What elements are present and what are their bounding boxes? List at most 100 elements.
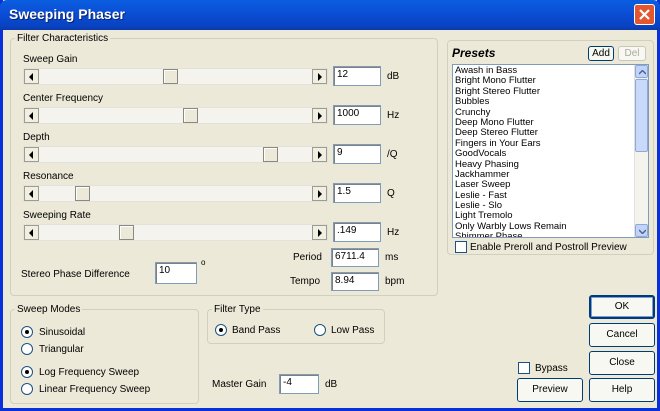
center-frequency-thumb[interactable] <box>183 108 198 123</box>
preroll-label: Enable Preroll and Postroll Preview <box>470 242 627 253</box>
presets-title: Presets <box>452 46 496 60</box>
close-icon <box>639 9 650 20</box>
sinusoidal-label: Sinusoidal <box>39 327 86 338</box>
presets-scrollbar[interactable] <box>634 65 648 237</box>
center-frequency-label: Center Frequency <box>23 93 104 104</box>
scroll-right-button[interactable] <box>312 69 327 84</box>
delete-preset-button[interactable]: Del <box>618 46 646 61</box>
band-pass-label: Band Pass <box>232 325 281 336</box>
tempo-unit: bpm <box>385 276 405 287</box>
center-frequency-field[interactable]: 1000 <box>333 105 381 125</box>
window-title: Sweeping Phaser <box>9 6 125 22</box>
arrow-right-icon <box>318 151 322 159</box>
arrow-left-icon <box>29 73 33 81</box>
band-pass-radio[interactable] <box>215 324 227 336</box>
filter-type-legend: Filter Type <box>214 304 261 315</box>
scroll-left-button[interactable] <box>24 225 39 240</box>
presets-list[interactable]: Awash in Bass Bright Mono Flutter Bright S… <box>452 64 649 238</box>
depth-unit: /Q <box>387 149 398 160</box>
stereo-phase-field[interactable]: 10 <box>155 262 197 284</box>
arrow-left-icon <box>29 190 33 198</box>
close-button[interactable]: Close <box>589 351 655 375</box>
triangular-label: Triangular <box>39 344 84 355</box>
master-gain-field[interactable]: -4 <box>279 374 319 394</box>
arrow-left-icon <box>29 112 33 120</box>
cancel-button[interactable]: Cancel <box>589 323 655 347</box>
resonance-label: Resonance <box>23 171 74 182</box>
scroll-left-button[interactable] <box>24 108 39 123</box>
scroll-right-button[interactable] <box>312 225 327 240</box>
tempo-field[interactable]: 8.94 <box>331 272 379 291</box>
scroll-thumb[interactable] <box>635 79 648 152</box>
scroll-right-button[interactable] <box>312 147 327 162</box>
log-sweep-label: Log Frequency Sweep <box>39 367 140 378</box>
sweeping-rate-unit: Hz <box>387 227 400 238</box>
arrow-right-icon <box>318 112 322 120</box>
scroll-up-button[interactable] <box>635 65 648 78</box>
scroll-left-button[interactable] <box>24 186 39 201</box>
scroll-left-button[interactable] <box>24 69 39 84</box>
preview-button[interactable]: Preview <box>517 378 583 402</box>
preroll-checkbox[interactable] <box>455 241 467 253</box>
scroll-down-button[interactable] <box>635 224 648 237</box>
help-button[interactable]: Help <box>589 378 655 402</box>
sweep-gain-label: Sweep Gain <box>23 54 78 65</box>
low-pass-label: Low Pass <box>331 325 375 336</box>
depth-slider[interactable] <box>23 146 328 163</box>
depth-label: Depth <box>23 132 50 143</box>
presets-items: Awash in Bass Bright Mono Flutter Bright S… <box>453 65 648 237</box>
center-frequency-unit: Hz <box>387 110 400 121</box>
sweeping-rate-thumb[interactable] <box>119 225 134 240</box>
depth-field[interactable]: 9 <box>333 144 381 164</box>
master-gain-label: Master Gain <box>212 379 267 390</box>
resonance-unit: Q <box>387 188 395 199</box>
sweeping-rate-slider[interactable] <box>23 224 328 241</box>
period-label: Period <box>293 252 322 263</box>
linear-sweep-radio[interactable] <box>21 383 33 395</box>
sinusoidal-radio[interactable] <box>21 326 33 338</box>
sweeping-rate-field[interactable]: .149 <box>333 222 381 242</box>
arrow-left-icon <box>29 229 33 237</box>
preset-item[interactable]: Bubbles <box>453 96 648 107</box>
log-sweep-radio[interactable] <box>21 366 33 378</box>
preset-item[interactable]: Shimmer Phase <box>453 231 648 237</box>
sweep-gain-thumb[interactable] <box>163 69 178 84</box>
scroll-left-button[interactable] <box>24 147 39 162</box>
sweep-modes-legend: Sweep Modes <box>17 304 81 315</box>
triangular-radio[interactable] <box>21 343 33 355</box>
ok-button[interactable]: OK <box>589 295 655 319</box>
arrow-right-icon <box>318 190 322 198</box>
sweeping-rate-label: Sweeping Rate <box>23 210 91 221</box>
scroll-right-button[interactable] <box>312 108 327 123</box>
low-pass-radio[interactable] <box>314 324 326 336</box>
master-gain-unit: dB <box>325 379 338 390</box>
resonance-slider[interactable] <box>23 185 328 202</box>
stereo-phase-label: Stereo Phase Difference <box>21 269 130 280</box>
sweeping-phaser-dialog: Sweeping Phaser Filter Characteristics S… <box>0 0 660 411</box>
resonance-field[interactable]: 1.5 <box>333 183 381 203</box>
resonance-thumb[interactable] <box>75 186 90 201</box>
linear-sweep-label: Linear Frequency Sweep <box>39 384 151 395</box>
add-preset-button[interactable]: Add <box>588 46 614 61</box>
chevron-down-icon <box>639 229 646 234</box>
tempo-label: Tempo <box>290 276 321 287</box>
stereo-phase-unit: o <box>201 258 206 267</box>
depth-thumb[interactable] <box>263 147 278 162</box>
arrow-left-icon <box>29 151 33 159</box>
bypass-checkbox[interactable] <box>518 362 530 374</box>
title-bar[interactable]: Sweeping Phaser <box>0 0 660 30</box>
close-window-button[interactable] <box>634 4 655 25</box>
scroll-right-button[interactable] <box>312 186 327 201</box>
filter-type-group: Filter Type <box>207 304 385 344</box>
preset-item[interactable]: GoodVocals <box>453 148 648 159</box>
arrow-right-icon <box>318 229 322 237</box>
period-field[interactable]: 6711.4 <box>331 248 379 267</box>
sweep-gain-slider[interactable] <box>23 68 328 85</box>
arrow-right-icon <box>318 73 322 81</box>
center-frequency-slider[interactable] <box>23 107 328 124</box>
sweep-gain-field[interactable]: 12 <box>333 66 381 86</box>
period-unit: ms <box>385 252 399 263</box>
filter-characteristics-legend: Filter Characteristics <box>17 33 109 44</box>
sweep-gain-unit: dB <box>387 71 400 82</box>
chevron-up-icon <box>639 70 646 75</box>
